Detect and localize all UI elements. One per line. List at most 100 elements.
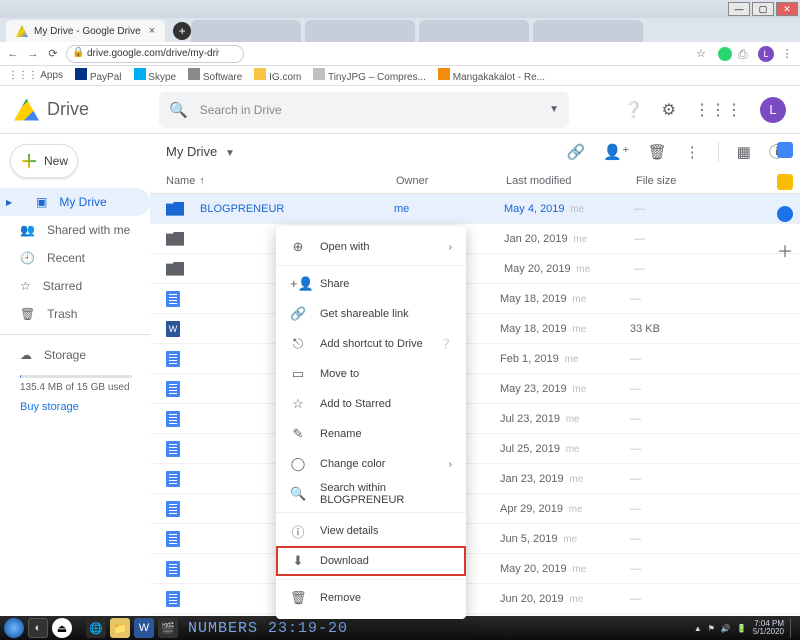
file-row[interactable]: Jan 20, 2019 me— (150, 224, 800, 254)
bookmark-item[interactable]: Skype (134, 68, 177, 83)
sidebar-item-mydrive[interactable]: ▶ ▣ My Drive (0, 188, 150, 216)
ctx-add-to-starred[interactable]: ☆Add to Starred (276, 389, 466, 419)
bookmark-item[interactable]: Software (188, 68, 242, 83)
window-close-button[interactable]: ✕ (776, 2, 798, 16)
file-row[interactable]: May 20, 2019 me— (150, 254, 800, 284)
bookmark-item[interactable]: IG.com (254, 68, 301, 83)
taskbar-app[interactable]: ⏏ (52, 618, 72, 638)
nav-forward-button[interactable]: → (26, 48, 40, 60)
start-button[interactable] (4, 618, 24, 638)
bookmark-item[interactable]: Mangakakalot - Re... (438, 68, 545, 83)
doc-icon (166, 441, 180, 457)
col-owner[interactable]: Owner (396, 175, 506, 187)
link-icon[interactable]: 🔗 (566, 143, 585, 161)
browser-profile-avatar[interactable]: L (758, 46, 774, 62)
new-button[interactable]: ＋ New (10, 144, 78, 178)
search-input[interactable]: 🔍 Search in Drive ▼ (159, 92, 569, 128)
file-row[interactable]: Feb 1, 2019 me— (150, 344, 800, 374)
tray-icon[interactable]: 🔋 (737, 624, 747, 633)
apps-grid-icon[interactable]: ⋮⋮⋮ (694, 100, 742, 120)
tab-close-icon[interactable]: × (149, 25, 155, 37)
drive-logo[interactable]: Drive (14, 99, 89, 121)
taskbar-app-word[interactable]: W (134, 618, 154, 638)
tray-icon[interactable]: 🔊 (721, 624, 731, 633)
browser-tab-inactive[interactable] (191, 20, 301, 42)
sidebar-item-shared[interactable]: 👥Shared with me (0, 216, 150, 244)
ext-icon[interactable] (718, 47, 732, 61)
col-size[interactable]: File size (636, 175, 784, 187)
file-row[interactable]: May 18, 2019 me— (150, 284, 800, 314)
remove-icon[interactable]: 🗑 (648, 143, 667, 161)
buy-storage-link[interactable]: Buy storage (0, 401, 150, 413)
ctx-open-with[interactable]: ⊕Open with› (276, 232, 466, 262)
ext-icon[interactable]: ⎙ (738, 47, 752, 61)
file-row[interactable]: meApr 29, 2019 me— (150, 494, 800, 524)
sidebar-item-trash[interactable]: 🗑Trash (0, 300, 150, 328)
ctx-get-shareable-link[interactable]: 🔗Get shareable link (276, 299, 466, 329)
browser-tab-inactive[interactable] (533, 20, 643, 42)
col-name[interactable]: Name (166, 175, 195, 187)
browser-tab-inactive[interactable] (419, 20, 529, 42)
browser-tab-inactive[interactable] (305, 20, 415, 42)
grid-view-icon[interactable]: ▦ (737, 143, 751, 161)
show-desktop-button[interactable] (790, 618, 796, 638)
addons-plus-icon[interactable]: ＋ (777, 238, 793, 262)
support-icon[interactable]: ❔ (624, 100, 644, 120)
ctx-view-details[interactable]: ⓘView details (276, 516, 466, 546)
file-row[interactable]: Jul 23, 2019 me— (150, 404, 800, 434)
nav-reload-button[interactable]: ⟳ (46, 47, 60, 60)
col-modified[interactable]: Last modified (506, 175, 636, 187)
file-row[interactable]: BLOGPRENEURmeMay 4, 2019 me— (150, 194, 800, 224)
new-button-label: New (44, 154, 68, 168)
file-row[interactable]: meJun 5, 2019 me— (150, 524, 800, 554)
calendar-addon-icon[interactable] (777, 142, 793, 158)
settings-gear-icon[interactable]: ⚙ (662, 100, 676, 120)
apps-shortcut[interactable]: ⋮⋮⋮ Apps (8, 70, 63, 81)
search-options-icon[interactable]: ▼ (549, 104, 559, 115)
address-bar[interactable] (66, 45, 244, 63)
file-row[interactable]: meMay 20, 2019 me— (150, 554, 800, 584)
file-row[interactable]: May 23, 2019 me— (150, 374, 800, 404)
window-maximize-button[interactable]: ▢ (752, 2, 774, 16)
file-row[interactable]: Jan 23, 2019 me— (150, 464, 800, 494)
ctx-rename[interactable]: ✎Rename (276, 419, 466, 449)
product-name: Drive (47, 99, 89, 120)
browser-tab-active[interactable]: My Drive - Google Drive × (6, 20, 165, 42)
ctx-move-to[interactable]: ▭Move to (276, 359, 466, 389)
ctx-search-within-blogpreneur[interactable]: 🔍Search within BLOGPRENEUR (276, 479, 466, 509)
keep-addon-icon[interactable] (777, 174, 793, 190)
sidebar-item-starred[interactable]: ☆Starred (0, 272, 150, 300)
side-panel: ＋ (770, 134, 800, 262)
ctx-share[interactable]: +👤Share (276, 269, 466, 299)
file-modified: Jul 23, 2019 me (500, 413, 630, 425)
account-avatar[interactable]: L (760, 97, 786, 123)
tray-icon[interactable]: ⚑ (708, 624, 715, 633)
add-person-icon[interactable]: 👤⁺ (603, 143, 630, 161)
bookmark-item[interactable]: TinyJPG – Compres... (313, 68, 426, 83)
sidebar-item-recent[interactable]: 🕘Recent (0, 244, 150, 272)
sidebar-item-storage[interactable]: ☁Storage (0, 341, 150, 369)
file-row[interactable]: meJun 20, 2019 me— (150, 584, 800, 614)
more-icon[interactable]: ⋮ (685, 143, 700, 161)
browser-menu-button[interactable]: ⋮ (780, 47, 794, 60)
ctx-change-color[interactable]: ◯Change color› (276, 449, 466, 479)
file-row[interactable]: Jul 25, 2019 me— (150, 434, 800, 464)
ctx-add-shortcut-to-drive[interactable]: ⎋Add shortcut to Drive❔ (276, 329, 466, 359)
ctx-download[interactable]: ⬇Download (276, 546, 466, 576)
breadcrumb[interactable]: My Drive ▼ (166, 144, 235, 159)
window-minimize-button[interactable]: — (728, 2, 750, 16)
tray-icon[interactable]: ▲ (694, 624, 702, 633)
doc-icon (166, 501, 180, 517)
new-tab-button[interactable]: + (173, 22, 191, 40)
tasks-addon-icon[interactable] (777, 206, 793, 222)
nav-back-button[interactable]: ← (6, 48, 20, 60)
taskbar-app-chrome[interactable]: ◐ (28, 618, 48, 638)
doc-icon (166, 381, 180, 397)
ctx-remove[interactable]: 🗑Remove (276, 583, 466, 613)
taskbar-app-explorer[interactable]: 📁 (110, 618, 130, 638)
taskbar-app-chrome2[interactable]: 🌐 (86, 618, 106, 638)
bookmark-star-icon[interactable]: ☆ (696, 47, 706, 60)
file-row[interactable]: WMay 18, 2019 me33 KB (150, 314, 800, 344)
bookmark-item[interactable]: PayPal (75, 68, 121, 83)
taskbar-app[interactable]: 🎬 (158, 618, 178, 638)
